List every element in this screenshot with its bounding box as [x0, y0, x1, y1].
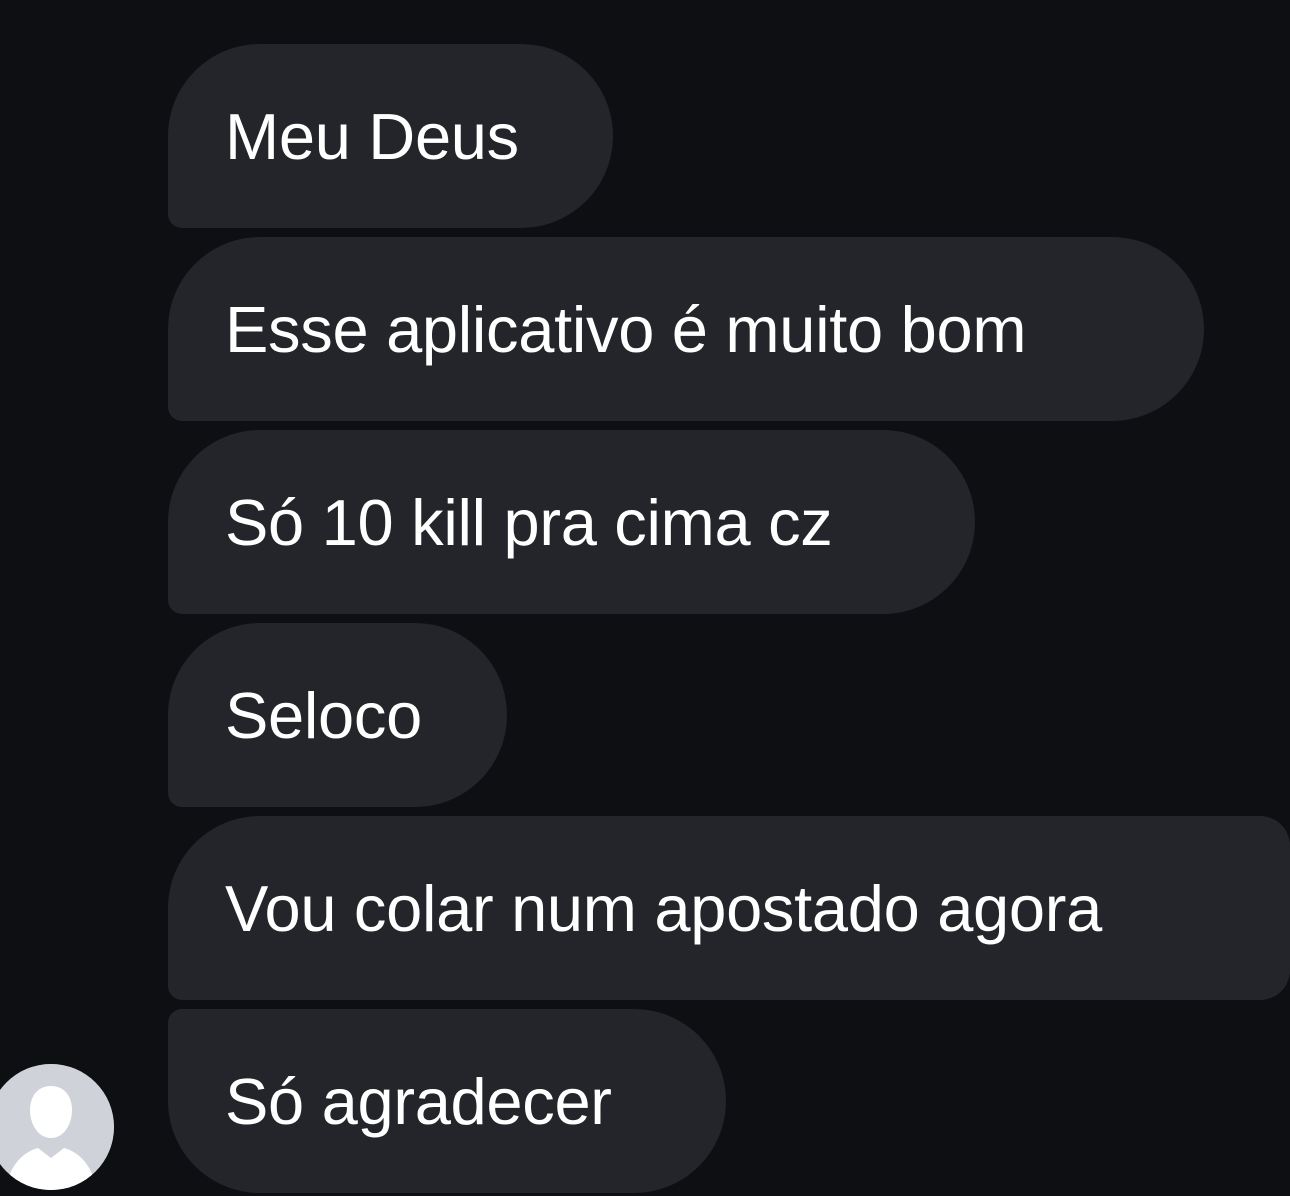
- message-text: Vou colar num apostado agora: [225, 871, 1102, 945]
- message-bubble[interactable]: Esse aplicativo é muito bom: [168, 237, 1204, 421]
- message-bubble[interactable]: Seloco: [168, 623, 507, 807]
- message-bubble[interactable]: Vou colar num apostado agora: [168, 816, 1290, 1000]
- message-bubble[interactable]: Só 10 kill pra cima cz: [168, 430, 975, 614]
- message-text: Seloco: [225, 678, 422, 752]
- message-bubble[interactable]: Só agradecer: [168, 1009, 726, 1193]
- sender-avatar[interactable]: [0, 1064, 114, 1190]
- message-text: Só 10 kill pra cima cz: [225, 485, 833, 559]
- message-text: Só agradecer: [225, 1064, 612, 1138]
- message-text: Esse aplicativo é muito bom: [225, 292, 1027, 366]
- message-text: Meu Deus: [225, 99, 519, 173]
- message-bubble[interactable]: Meu Deus: [168, 44, 613, 228]
- message-thread: Meu Deus Esse aplicativo é muito bom Só …: [168, 44, 1290, 1196]
- default-user-avatar-icon: [0, 1064, 114, 1190]
